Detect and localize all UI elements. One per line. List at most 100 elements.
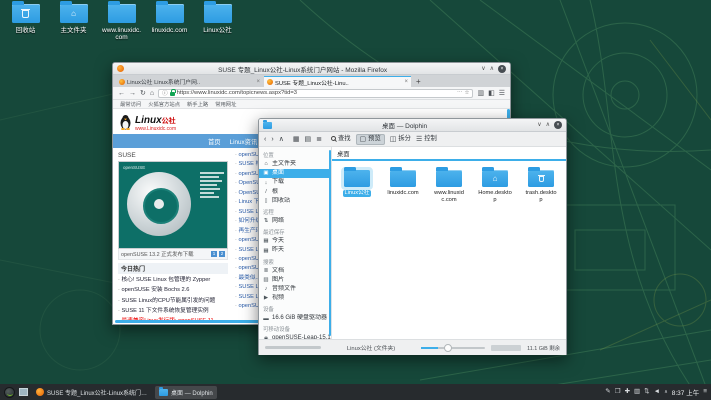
forward-icon[interactable]: → — [129, 90, 136, 97]
hot-link[interactable]: SUSE 11 下文件系统恢复管理实例 — [118, 306, 230, 316]
updates-icon[interactable]: ✚ — [625, 389, 630, 396]
place-harddrive[interactable]: ▬16.6 GiB 硬盘驱动器 — [259, 314, 331, 323]
place-dvd[interactable]: ◉openSUSE-Leap-15.1-DVD — [259, 334, 331, 339]
place-label: 根 — [272, 189, 278, 196]
url-text[interactable]: https://www.linuxidc.com/topicnews.aspx?… — [177, 90, 455, 96]
maximize-icon[interactable]: ∧ — [546, 122, 550, 128]
clipboard-icon[interactable]: ❐ — [615, 389, 621, 396]
expand-tray-icon[interactable]: ∧ — [664, 390, 668, 395]
trash-emblem-icon — [528, 170, 554, 187]
back-button[interactable]: ‹ — [264, 136, 266, 143]
place-downloads[interactable]: ↓下载 — [259, 178, 331, 187]
maximize-icon[interactable]: ∧ — [490, 66, 494, 72]
site-logo[interactable]: Linux公社 www.Linuxidc.com — [135, 111, 176, 132]
page-number[interactable]: 2 — [219, 251, 225, 257]
page-number[interactable]: 1 — [211, 251, 217, 257]
place-network[interactable]: ⇅网络 — [259, 217, 331, 226]
compact-view-button[interactable]: ▤ — [304, 136, 311, 143]
split-button[interactable]: ◫拆分 — [390, 136, 411, 143]
close-icon[interactable]: × — [554, 121, 562, 129]
bookmark-item[interactable]: 最常访问 — [120, 100, 141, 108]
video-icon: ▶ — [263, 295, 269, 302]
desktop-icon-linux-gongshe[interactable]: Linux公社 — [198, 4, 237, 42]
place-audio[interactable]: ♪音频文件 — [259, 285, 331, 294]
file-linuxidc[interactable]: linuxidc.com — [384, 170, 422, 197]
network-icon[interactable]: ⇅ — [644, 389, 649, 396]
file-home-desktop[interactable]: ⌂ Home.desktop — [476, 170, 514, 204]
details-view-button[interactable]: ≣ — [316, 136, 322, 143]
place-root[interactable]: /根 — [259, 188, 331, 197]
preview-button[interactable]: ▢预览 — [356, 134, 385, 145]
tab-suse-topic[interactable]: SUSE 专题_Linux公社-Linu.. × — [264, 76, 411, 87]
desktop-icon-home[interactable]: ⌂ 主文件夹 — [54, 4, 93, 42]
bookmark-item[interactable]: 常用网址 — [215, 100, 236, 108]
bookmark-star-icon[interactable]: ☆ — [465, 90, 470, 96]
desktop-icon-www-linuxidc[interactable]: www.linuxidc.com — [102, 4, 141, 42]
tab-close-icon[interactable]: × — [404, 79, 408, 85]
forward-button[interactable]: › — [271, 136, 273, 143]
minimize-icon[interactable]: ∨ — [537, 122, 541, 128]
library-icon[interactable]: ▥ — [477, 90, 484, 97]
reload-icon[interactable]: ↻ — [140, 90, 146, 97]
site-info-icon[interactable]: ⓘ — [162, 89, 168, 97]
bookmark-item[interactable]: 新手上路 — [187, 100, 208, 108]
pager-icon[interactable] — [19, 388, 28, 396]
place-desktop[interactable]: ▣桌面 — [259, 169, 331, 178]
place-images[interactable]: ▨图片 — [259, 276, 331, 285]
file-linux-gongshe[interactable]: Linux公社 — [338, 170, 376, 197]
place-documents[interactable]: ≣文档 — [259, 267, 331, 276]
icons-view-button[interactable]: ▦ — [293, 136, 300, 143]
menu-icon[interactable]: ☰ — [499, 90, 505, 97]
desktop-icon-linuxidc[interactable]: linuxidc.com — [150, 4, 189, 42]
place-label: 网络 — [272, 218, 284, 225]
place-yesterday[interactable]: ▦昨天 — [259, 246, 331, 255]
task-label: SUSE 专题_Linux公社-Linux系统门… — [47, 388, 147, 397]
panel-settings-icon[interactable]: ≡ — [703, 389, 707, 396]
volume-icon[interactable]: ◄ — [654, 389, 660, 396]
firefox-titlebar[interactable]: SUSE 专题_Linux公社-Linux系统门户网站 - Mozilla Fi… — [113, 63, 510, 75]
bookmark-item[interactable]: 火狐官方站点 — [148, 100, 180, 108]
disc-caption[interactable]: openSUSE 13.2 正式发布下载 — [121, 250, 194, 258]
opensuse-disc-image[interactable]: openSUSE — [118, 161, 228, 249]
clock[interactable]: 8:37 上午 — [672, 387, 699, 397]
home-icon[interactable]: ⌂ — [150, 90, 154, 97]
minimize-icon[interactable]: ∨ — [481, 66, 485, 72]
places-scrollbar[interactable] — [329, 150, 331, 336]
tab-linux-gongshe[interactable]: Linux公社 Linux系统门户网.. × — [116, 76, 263, 87]
url-bar[interactable]: ⓘ https://www.linuxidc.com/topicnews.asp… — [158, 89, 473, 98]
close-icon[interactable]: × — [498, 65, 506, 73]
back-icon[interactable]: ← — [118, 90, 125, 97]
control-button[interactable]: ☰控制 — [416, 136, 437, 143]
details-view-icon: ≣ — [316, 136, 322, 143]
breadcrumb[interactable]: 桌面 — [332, 147, 566, 161]
application-launcher-icon[interactable] — [4, 387, 15, 398]
slider-handle[interactable] — [444, 344, 452, 352]
place-trash[interactable]: ▯回收站 — [259, 197, 331, 206]
tool-icon[interactable]: ✎ — [605, 389, 610, 396]
up-button[interactable]: ∧ — [279, 136, 284, 143]
breadcrumb-item[interactable]: 桌面 — [337, 151, 350, 158]
file-www-linuxidc[interactable]: www.linuxidc.com — [430, 170, 468, 204]
task-dolphin[interactable]: 桌面 — Dolphin — [155, 386, 217, 399]
file-label: Linux公社 — [343, 190, 372, 197]
sidebar-icon[interactable]: ◧ — [488, 90, 495, 97]
place-videos[interactable]: ▶视频 — [259, 294, 331, 303]
tab-close-icon[interactable]: × — [256, 79, 260, 85]
zoom-slider[interactable] — [421, 347, 485, 349]
display-icon[interactable]: ▥ — [634, 389, 640, 396]
file-trash-desktop[interactable]: trash.desktop — [522, 170, 560, 204]
hot-link[interactable]: SUSE Linux的CPU节能属引发的问题 — [118, 296, 230, 306]
desktop-icon-trash[interactable]: 回收站 — [6, 4, 45, 42]
page-actions-icon[interactable]: ⋯ — [457, 90, 463, 96]
new-tab-button[interactable]: + — [412, 76, 425, 87]
hot-link[interactable]: openSUSE 安装 Bochs 2.6 — [118, 285, 230, 295]
hot-link[interactable]: 核心! SUSE Linux 包管理的 Zypper — [118, 275, 230, 285]
dolphin-titlebar[interactable]: 桌面 — Dolphin ∨ ∧ × — [259, 119, 566, 132]
tux-penguin-icon — [119, 114, 132, 130]
site-nav-item[interactable]: 首页 — [208, 137, 221, 146]
place-home[interactable]: ⌂主文件夹 — [259, 160, 331, 169]
task-firefox[interactable]: SUSE 专题_Linux公社-Linux系统门… — [32, 386, 151, 399]
find-button[interactable]: 查找 — [331, 136, 351, 142]
site-nav-item[interactable]: Linux资讯 — [230, 137, 258, 146]
place-today[interactable]: ▦今天 — [259, 237, 331, 246]
